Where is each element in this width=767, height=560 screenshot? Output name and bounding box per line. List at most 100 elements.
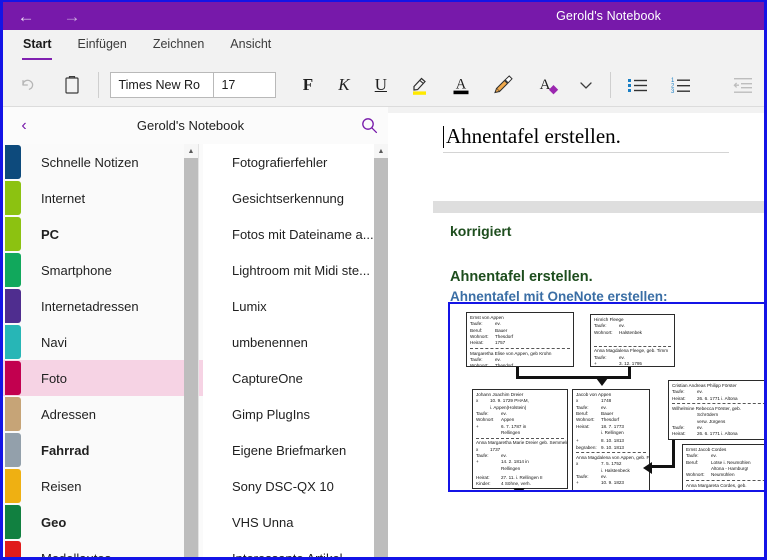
format-painter-button[interactable] [482, 63, 526, 107]
font-color-button[interactable]: A [440, 63, 482, 107]
note-heading-green: Ahnentafel erstellen. [450, 269, 593, 285]
paste-button[interactable] [53, 63, 92, 107]
forward-arrow-icon: → [63, 6, 81, 26]
genealogy-value: Rellingen [501, 429, 521, 435]
bold-button[interactable]: F [290, 63, 325, 107]
search-button[interactable] [350, 107, 388, 144]
back-navigation-button[interactable]: ← [3, 2, 49, 30]
scroll-up-icon[interactable]: ▲ [374, 144, 388, 158]
section-color-tab [5, 361, 21, 395]
underline-label: U [374, 75, 387, 94]
page-item-gimp-plugins[interactable]: Gimp PlugIns [203, 396, 388, 432]
section-item-navi[interactable]: Navi [3, 324, 203, 360]
section-item-internet[interactable]: Internet [3, 180, 203, 216]
page-list-scrollbar[interactable]: ▲ [374, 144, 388, 557]
page-item-vhs-unna[interactable]: VHS Unna [203, 504, 388, 540]
forward-navigation-button[interactable]: → [49, 2, 95, 30]
page-list[interactable]: Fotografierfehler Gesichtserkennung Foto… [203, 144, 388, 558]
numbered-list-button[interactable]: 1 2 3 [659, 63, 703, 107]
connector-arrowhead [596, 378, 608, 386]
connector-arrowhead [643, 462, 652, 474]
undo-button[interactable] [3, 63, 53, 107]
section-item-schnelle-notizen[interactable]: Schnelle Notizen [3, 144, 203, 180]
bullet-list-button[interactable] [617, 63, 659, 107]
section-item-foto[interactable]: Foto [3, 360, 203, 396]
section-color-tab [5, 541, 21, 557]
section-item-modellautos[interactable]: Modellautos [3, 540, 203, 559]
highlight-button[interactable] [399, 63, 440, 107]
note-content-area[interactable]: Ahnentafel erstellen. korrigiert Ahnenta… [388, 107, 764, 557]
page-item-gesichtserkennung[interactable]: Gesichtserkennung [203, 180, 388, 216]
genealogy-chart-image[interactable]: Ernst von Appen Taufe: ev. Beruf: Bauer Wo… [448, 302, 764, 492]
section-item-adressen[interactable]: Adressen [3, 396, 203, 432]
clear-formatting-icon: A [539, 77, 558, 94]
tab-zeichnen[interactable]: Zeichnen [143, 37, 214, 61]
genealogy-value: Thesdorf [495, 363, 514, 367]
genealogy-key: Wohnort: [594, 329, 613, 335]
section-list-scrollbar[interactable]: ▲ [184, 144, 198, 557]
scrollbar-thumb[interactable] [374, 158, 388, 557]
notebook-header: ‹ Gerold's Notebook [3, 107, 388, 144]
tab-start[interactable]: Start [13, 37, 61, 61]
page-item-captureone[interactable]: CaptureOne [203, 360, 388, 396]
format-painter-icon [494, 74, 514, 93]
section-item-geo[interactable]: Geo [3, 504, 203, 540]
page-item-lumix[interactable]: Lumix [203, 288, 388, 324]
decrease-indent-button[interactable] [722, 63, 764, 107]
tab-ansicht[interactable]: Ansicht [220, 37, 281, 61]
section-item-reisen[interactable]: Reisen [3, 468, 203, 504]
genealogy-divider [476, 437, 564, 439]
page-item-label: Fotografierfehler [232, 154, 328, 170]
italic-button[interactable]: K [326, 63, 363, 107]
genealogy-box-ernst-von-appen: Ernst von Appen Taufe: ev. Beruf: Bauer Wo… [466, 312, 574, 367]
genealogy-row: Kinder: 4 Söhne, verh. [476, 481, 564, 487]
page-item-interessante-artikel[interactable]: Interessante Artikel [203, 540, 388, 558]
page-item-eigene-briefmarken[interactable]: Eigene Briefmarken [203, 432, 388, 468]
font-name-input[interactable]: Times New Ro [111, 72, 215, 97]
text-cursor [443, 126, 444, 148]
page-item-fotos-mit-dateiname[interactable]: Fotos mit Dateiname a... [203, 216, 388, 252]
section-item-label: Modellautos [41, 550, 112, 559]
section-item-fahrrad[interactable]: Fahrrad [3, 432, 203, 468]
more-formatting-button[interactable] [567, 63, 604, 107]
svg-text:A: A [456, 76, 467, 92]
scrollbar-thumb[interactable] [184, 158, 198, 557]
numbered-list-icon: 1 2 3 [671, 78, 691, 95]
notebook-back-button[interactable]: ‹ [3, 107, 37, 144]
section-item-smartphone[interactable]: Smartphone [3, 252, 203, 288]
page-title-container[interactable]: Ahnentafel erstellen. [443, 124, 733, 153]
genealogy-divider [470, 348, 570, 350]
genealogy-row: Rellingen [476, 466, 564, 472]
undo-icon [22, 79, 34, 90]
page-item-sony-dsc-qx10[interactable]: Sony DSC-QX 10 [203, 468, 388, 504]
page-item-label: umbenennen [232, 334, 308, 350]
clear-formatting-button[interactable]: A [527, 63, 568, 107]
page-item-umbenennen[interactable]: umbenennen [203, 324, 388, 360]
underline-button[interactable]: U [362, 63, 399, 107]
toolbar-separator-2 [610, 71, 611, 98]
genealogy-value: 4 Söhne, verh. [501, 481, 531, 487]
genealogy-value: 3. 12. 1795 [619, 361, 642, 367]
genealogy-row: Wohnort: Neumühlen [686, 472, 764, 478]
genealogy-row: +10. 9. 1823 [576, 480, 646, 486]
bold-label: F [302, 75, 314, 94]
connector-line [628, 367, 631, 376]
section-item-internetadressen[interactable]: Internetadressen [3, 288, 203, 324]
genealogy-key [476, 430, 501, 436]
page-item-lightroom-mit-midi[interactable]: Lightroom mit Midi ste... [203, 252, 388, 288]
container-handle-strip[interactable] [433, 201, 764, 213]
page-item-fotografierfehler[interactable]: Fotografierfehler [203, 144, 388, 180]
korrigiert-label: korrigiert [450, 223, 512, 239]
search-icon [361, 118, 377, 134]
section-item-label: Foto [41, 370, 68, 386]
section-item-label: Smartphone [41, 262, 112, 278]
page-title[interactable]: Ahnentafel erstellen. [443, 124, 733, 149]
font-size-input[interactable]: 17 [214, 73, 275, 97]
scroll-up-icon[interactable]: ▲ [184, 144, 198, 158]
section-list[interactable]: Schnelle Notizen Internet PC Smartphone … [3, 144, 203, 559]
section-item-pc[interactable]: PC [3, 216, 203, 252]
tab-start-label: Start [23, 37, 52, 51]
connector-line [652, 465, 675, 468]
section-color-tab [5, 325, 21, 359]
tab-einfuegen[interactable]: Einfügen [67, 37, 136, 61]
